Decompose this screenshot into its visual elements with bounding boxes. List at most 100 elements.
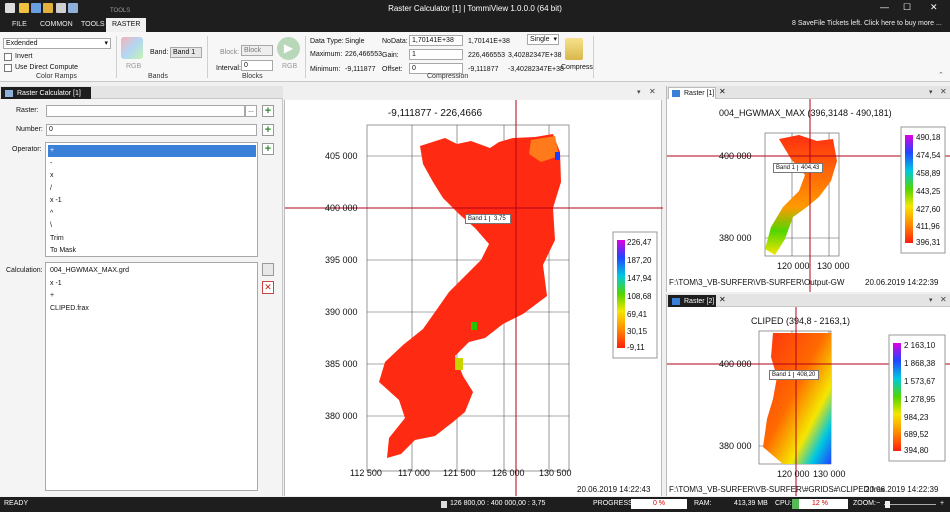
- number-input[interactable]: 0: [46, 124, 257, 136]
- panel-close-icon[interactable]: ✕: [649, 87, 656, 96]
- color-ramp-value: Exdended: [6, 40, 38, 47]
- min-type-value: -3,40282347E+38: [508, 66, 564, 73]
- rgb-label: RGB: [126, 63, 142, 70]
- calculation-line[interactable]: +: [48, 290, 256, 302]
- close-button[interactable]: ✕: [930, 2, 938, 13]
- tooltip-value: 404,43: [801, 165, 820, 171]
- direct-compute-checkbox[interactable]: [4, 64, 12, 72]
- legend-value: 226,47: [627, 238, 652, 247]
- calculation-label: Calculation:: [6, 267, 43, 274]
- block-select[interactable]: Block: [241, 45, 273, 56]
- ribbon: Exdended ▾ Invert Use Direct Compute Colo…: [0, 32, 950, 82]
- clear-calculation-button[interactable]: ✕: [262, 281, 274, 294]
- operator-item[interactable]: ^: [48, 208, 256, 220]
- add-number-button[interactable]: +: [262, 124, 274, 136]
- raster-icon: [672, 90, 680, 97]
- progress-bar: 0 %: [631, 499, 687, 509]
- legend-value: 984,23: [904, 413, 929, 422]
- zoom-in-button[interactable]: +: [940, 500, 944, 507]
- offset-label: Offset:: [382, 66, 403, 73]
- operator-item[interactable]: To Mask: [48, 245, 256, 257]
- tab-common[interactable]: COMMON: [34, 18, 79, 32]
- ram-value: 413,39 MB: [734, 500, 768, 507]
- browse-button[interactable]: ...: [245, 105, 257, 117]
- gain-input[interactable]: 1: [409, 49, 463, 60]
- interval-label: Interval:: [216, 65, 241, 72]
- interval-value: 0: [244, 62, 248, 69]
- operator-item[interactable]: +: [48, 145, 256, 157]
- license-notice[interactable]: 8 SaveFile Tickets left. Click here to b…: [792, 20, 942, 27]
- collapse-ribbon-icon[interactable]: ⌃: [938, 71, 944, 79]
- tab-raster-1[interactable]: Raster [1]: [668, 87, 716, 99]
- play-icon[interactable]: ▶: [277, 37, 300, 60]
- nodata-input[interactable]: 1,70141E+38: [409, 35, 463, 46]
- band-select[interactable]: Band 1: [170, 47, 202, 58]
- operator-item[interactable]: /: [48, 183, 256, 195]
- operator-item[interactable]: \: [48, 220, 256, 232]
- panel-menu-icon[interactable]: ▾: [637, 88, 641, 96]
- y-tick: 385 000: [325, 359, 358, 369]
- interval-select[interactable]: 0: [241, 60, 273, 71]
- cpu-value: 12 %: [812, 500, 828, 507]
- ribbon-separator: [207, 36, 208, 78]
- tooltip-band: Band 1: [466, 216, 491, 222]
- panel-menu-icon[interactable]: ▾: [929, 88, 933, 96]
- calculator-panel-header: Raster Calculator [1]: [0, 86, 283, 99]
- calculation-line[interactable]: 004_HGWMAX_MAX.grd: [48, 265, 256, 277]
- compression-group-label: Compression: [427, 73, 469, 80]
- panel-menu-icon[interactable]: ▾: [929, 296, 933, 304]
- maximize-button[interactable]: ☐: [903, 2, 911, 13]
- operator-item[interactable]: -: [48, 158, 256, 170]
- operator-item[interactable]: Trim: [48, 233, 256, 245]
- panel-close-icon[interactable]: ✕: [940, 87, 947, 96]
- operator-item[interactable]: x -1: [48, 195, 256, 207]
- main-map-view[interactable]: -9,111877 - 226,4666 405 000 400 000 395…: [284, 100, 663, 496]
- legend-value: -9,11: [627, 343, 645, 352]
- y-tick: 405 000: [325, 151, 358, 161]
- raster1-range-title: 004_HGWMAX_MAX (396,3148 - 490,181): [719, 108, 892, 118]
- type-select[interactable]: Single ▾: [527, 34, 559, 45]
- compress-label[interactable]: Compress: [561, 64, 593, 71]
- panel-close-icon[interactable]: ✕: [940, 295, 947, 304]
- chevron-down-icon: ▾: [553, 36, 557, 43]
- rgb-icon[interactable]: [121, 37, 143, 59]
- invert-checkbox[interactable]: [4, 53, 12, 61]
- progress-label: PROGRESS:: [593, 500, 635, 507]
- zoom-slider-thumb[interactable]: [885, 501, 890, 508]
- zoom-out-button[interactable]: −: [876, 500, 880, 507]
- operator-item[interactable]: x: [48, 170, 256, 182]
- ribbon-tab-bar: FILE COMMON TOOLS RASTER 8 SaveFile Tick…: [0, 17, 950, 32]
- legend-value: 108,68: [627, 292, 652, 301]
- y-tick: 380 000: [325, 411, 358, 421]
- legend-value: 1 573,67: [904, 377, 936, 386]
- close-tab-icon[interactable]: ✕: [719, 295, 726, 304]
- raster-icon: [672, 298, 680, 305]
- minimize-button[interactable]: —: [880, 2, 889, 12]
- add-raster-button[interactable]: +: [262, 105, 274, 117]
- color-ramp-select[interactable]: Exdended ▾: [3, 38, 111, 49]
- x-tick: 120 000: [777, 261, 810, 271]
- nodata-label: NoData:: [382, 38, 408, 45]
- raster-input[interactable]: [46, 105, 245, 117]
- number-input-value: 0: [49, 126, 53, 133]
- calculation-list[interactable]: 004_HGWMAX_MAX.grd x -1 + CLIPED.frax: [45, 262, 258, 491]
- x-tick: 130 500: [539, 468, 572, 478]
- raster1-tab-label: Raster [1]: [684, 90, 715, 97]
- tab-raster-2[interactable]: Raster [2]: [668, 295, 716, 307]
- compress-icon[interactable]: [565, 38, 583, 60]
- close-tab-icon[interactable]: ✕: [719, 87, 726, 96]
- tab-file[interactable]: FILE: [6, 18, 33, 32]
- number-label: Number:: [16, 126, 43, 133]
- operator-list: + - x / x -1 ^ \ Trim To Mask: [45, 142, 258, 257]
- calculation-line[interactable]: CLIPED.frax: [48, 303, 256, 315]
- tab-raster-calculator[interactable]: Raster Calculator [1]: [1, 87, 91, 99]
- calculation-line[interactable]: x -1: [48, 278, 256, 290]
- zoom-slider[interactable]: [884, 501, 936, 508]
- legend-value: 147,94: [627, 274, 652, 283]
- tab-raster[interactable]: RASTER: [106, 18, 147, 32]
- bands-group-label: Bands: [148, 73, 168, 80]
- legend-value: 30,15: [627, 327, 648, 336]
- add-operator-button[interactable]: +: [262, 143, 274, 155]
- trash-icon[interactable]: [262, 263, 274, 276]
- y-tick: 395 000: [325, 255, 358, 265]
